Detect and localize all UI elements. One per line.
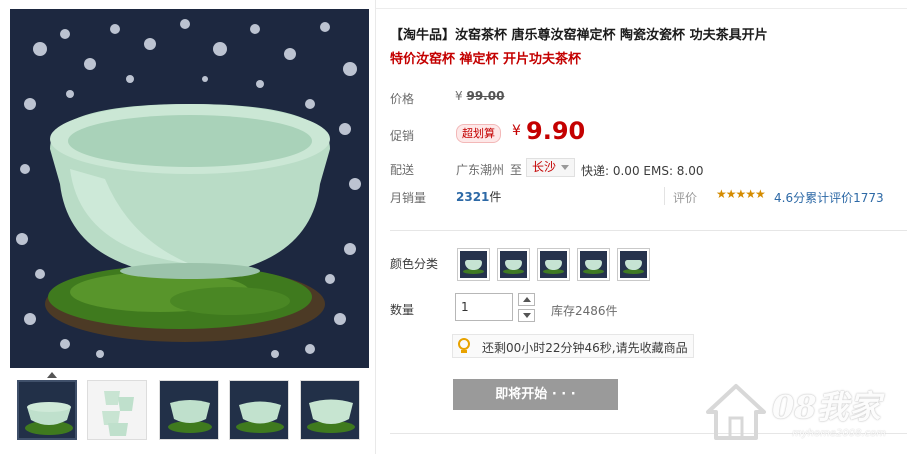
product-subtitle: 特价汝窑杯 禅定杯 开片功夫茶杯 bbox=[390, 52, 582, 67]
sales-rating-divider bbox=[664, 187, 665, 205]
section-divider bbox=[390, 230, 907, 231]
color-swatch-3[interactable] bbox=[537, 248, 570, 281]
lightbulb-base bbox=[461, 350, 467, 353]
thumbnail-3[interactable] bbox=[159, 380, 219, 440]
promo-price-value: 9.90 bbox=[526, 117, 586, 145]
top-divider bbox=[376, 8, 907, 9]
shipping-origin: 广东潮州 bbox=[456, 163, 505, 177]
promo-price: ¥ 9.90 bbox=[512, 117, 585, 145]
shipping-fees: 快递: 0.00 EMS: 8.00 bbox=[581, 164, 704, 178]
product-title: 【淘牛品】汝窑茶杯 唐乐尊汝窑禅定杯 陶瓷汝瓷杯 功夫茶具开片 bbox=[390, 28, 768, 43]
shipping-to-label: 至 bbox=[510, 163, 523, 177]
thumbnail-1[interactable] bbox=[17, 380, 77, 440]
destination-city-select[interactable]: 长沙 bbox=[526, 158, 576, 177]
chevron-up-icon bbox=[523, 297, 531, 302]
quantity-increase-button[interactable] bbox=[518, 293, 535, 306]
quantity-label: 数量 bbox=[390, 303, 415, 317]
house-logo-icon bbox=[706, 384, 766, 440]
monthly-sales-label: 月销量 bbox=[390, 191, 427, 205]
thumbnail-4[interactable] bbox=[229, 380, 289, 440]
countdown-notice: 还剩00小时22分钟46秒,请先收藏商品 bbox=[452, 334, 694, 358]
watermark-text: 08我家 bbox=[772, 388, 881, 426]
destination-city-value: 长沙 bbox=[532, 160, 557, 174]
countdown-text: 还剩00小时22分钟46秒,请先收藏商品 bbox=[482, 341, 688, 355]
color-swatch-1[interactable] bbox=[457, 248, 490, 281]
chevron-down-icon bbox=[561, 165, 570, 170]
panel-divider bbox=[375, 0, 376, 454]
thumbnail-2[interactable] bbox=[87, 380, 147, 440]
monthly-sales-unit: 件 bbox=[489, 190, 502, 204]
shipping-label: 配送 bbox=[390, 163, 415, 177]
rating-stars-icon: ★★★★★ bbox=[716, 187, 766, 201]
price-label: 价格 bbox=[390, 92, 415, 106]
promo-price-currency: ¥ bbox=[512, 123, 521, 139]
original-price-currency: ¥ bbox=[455, 89, 463, 103]
thumbnail-pointer-icon bbox=[47, 372, 57, 378]
quantity-decrease-button[interactable] bbox=[518, 309, 535, 322]
main-product-image bbox=[10, 9, 369, 368]
promo-badge: 超划算 bbox=[456, 124, 501, 143]
thumbnail-5[interactable] bbox=[300, 380, 360, 440]
site-watermark: 08我家 myhome2008.com bbox=[700, 374, 900, 452]
rating-summary-link[interactable]: 4.6分累计评价1773 bbox=[774, 189, 884, 206]
color-swatch-4[interactable] bbox=[577, 248, 610, 281]
stock-count: 库存2486件 bbox=[551, 304, 618, 318]
color-label: 颜色分类 bbox=[390, 257, 439, 271]
original-price-value: 99.00 bbox=[466, 89, 505, 103]
original-price: ¥ 99.00 bbox=[455, 89, 504, 103]
chevron-down-icon bbox=[523, 313, 531, 318]
product-photo bbox=[10, 9, 369, 368]
watermark-url: myhome2008.com bbox=[792, 428, 886, 439]
monthly-sales-count: 2321 bbox=[456, 190, 490, 204]
rating-label: 评价 bbox=[673, 191, 698, 205]
color-swatch-2[interactable] bbox=[497, 248, 530, 281]
lightbulb-icon bbox=[458, 338, 470, 350]
quantity-input[interactable] bbox=[455, 293, 513, 321]
monthly-sales: 2321件 bbox=[456, 188, 501, 205]
color-swatch-5[interactable] bbox=[617, 248, 650, 281]
promo-label: 促销 bbox=[390, 129, 415, 143]
coming-soon-button[interactable]: 即将开始 · · · bbox=[453, 379, 618, 410]
